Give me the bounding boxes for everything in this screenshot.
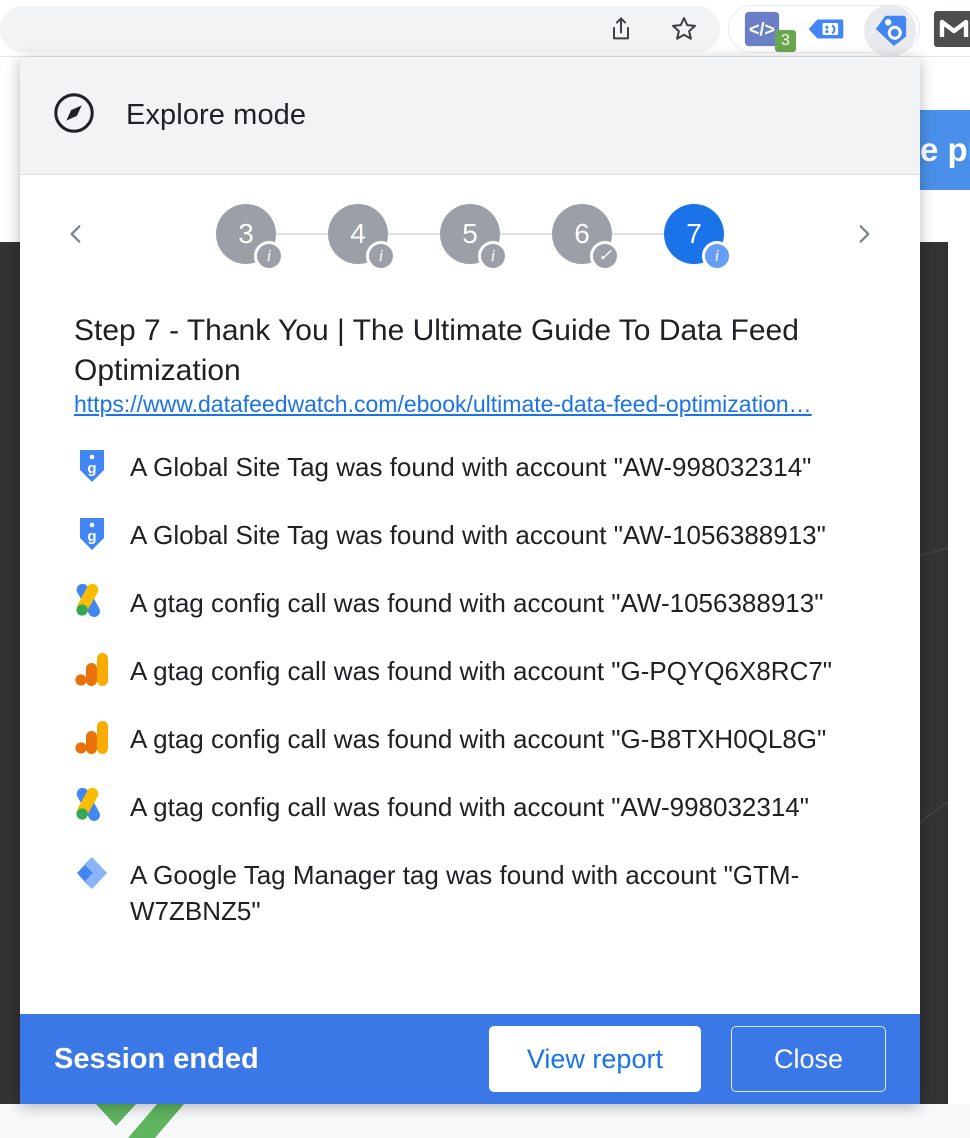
step-5-info-badge[interactable]: i — [478, 241, 508, 271]
list-item[interactable]: A gtag config call was found with accoun… — [74, 640, 894, 708]
list-item[interactable]: A gtag config call was found with accoun… — [74, 708, 894, 776]
code-extension-badge: 3 — [775, 30, 796, 52]
step-7[interactable]: 7 i — [664, 204, 732, 271]
explore-compass-icon — [51, 90, 97, 141]
list-item-text: A Google Tag Manager tag was found with … — [130, 860, 800, 926]
view-report-button[interactable]: View report — [488, 1026, 701, 1092]
tag-assistant-icon[interactable] — [871, 9, 911, 49]
step-6-check-badge[interactable]: ✓ — [590, 241, 620, 271]
list-item[interactable]: A gtag config call was found with accoun… — [74, 776, 894, 844]
background-banner: e pr — [916, 110, 970, 190]
step-4-info-badge[interactable]: i — [366, 241, 396, 271]
list-item[interactable]: A gtag config call was found with accoun… — [74, 572, 894, 640]
panel-header: Explore mode — [20, 57, 920, 175]
findings-list: g A Global Site Tag was found with accou… — [20, 418, 920, 943]
step-connector — [388, 233, 440, 235]
google-tag-manager-icon — [74, 856, 110, 898]
svg-text:g: g — [87, 528, 96, 545]
list-item-text: A gtag config call was found with accoun… — [130, 792, 809, 822]
google-ads-icon — [74, 584, 110, 626]
list-item-text: A gtag config call was found with accoun… — [130, 724, 827, 754]
step-connector — [276, 233, 328, 235]
step-3[interactable]: 3 i — [216, 204, 284, 271]
google-tag-icon: g — [74, 448, 110, 490]
step-5[interactable]: 5 i — [440, 204, 508, 271]
google-ads-icon — [74, 788, 110, 830]
panel-title: Explore mode — [126, 99, 307, 131]
list-item-text: A gtag config call was found with accoun… — [130, 656, 833, 686]
close-button[interactable]: Close — [730, 1026, 886, 1092]
steps-track: 3 i 4 i 5 i 6 ✓ 7 i — [98, 199, 842, 271]
list-item-text: A Global Site Tag was found with account… — [130, 452, 812, 482]
step-7-info-badge[interactable]: i — [702, 241, 732, 271]
panel-footer: Session ended View report Close — [20, 1014, 920, 1104]
page-url-link[interactable]: https://www.datafeedwatch.com/ebook/ulti… — [20, 375, 867, 417]
status-text: Session ended — [54, 1042, 259, 1075]
gmail-extension-icon[interactable] — [934, 9, 970, 49]
steps-navigation: 3 i 4 i 5 i 6 ✓ 7 i — [20, 175, 920, 293]
browser-toolbar: </> 3 — [0, 0, 970, 57]
list-item[interactable]: A Google Tag Manager tag was found with … — [74, 844, 894, 943]
google-analytics-icon — [74, 652, 110, 694]
step-4[interactable]: 4 i — [328, 204, 396, 271]
screen: e pr </> 3 — [0, 0, 970, 1138]
google-analytics-icon — [74, 720, 110, 762]
step-3-info-badge[interactable]: i — [254, 241, 284, 271]
list-item[interactable]: g A Global Site Tag was found with accou… — [74, 436, 894, 504]
list-item-text: A gtag config call was found with accoun… — [130, 588, 824, 618]
tag-extension-icon[interactable] — [806, 9, 846, 49]
step-6[interactable]: 6 ✓ — [552, 204, 620, 271]
share-icon[interactable] — [598, 6, 644, 52]
chevron-left-icon[interactable] — [54, 212, 98, 256]
step-connector — [612, 233, 664, 235]
bookmark-star-icon[interactable] — [661, 6, 707, 52]
tag-assistant-panel: Explore mode 3 i 4 i 5 i 6 ✓ 7 i Step 7 … — [20, 57, 920, 1104]
list-item[interactable]: g A Global Site Tag was found with accou… — [74, 504, 894, 572]
chevron-right-icon[interactable] — [842, 212, 886, 256]
svg-text:g: g — [87, 460, 96, 477]
list-item-text: A Global Site Tag was found with account… — [130, 520, 826, 550]
panel-body: Step 7 - Thank You | The Ultimate Guide … — [20, 293, 920, 1104]
google-tag-icon: g — [74, 516, 110, 558]
svg-text:</>: </> — [749, 20, 775, 40]
step-connector — [500, 233, 552, 235]
